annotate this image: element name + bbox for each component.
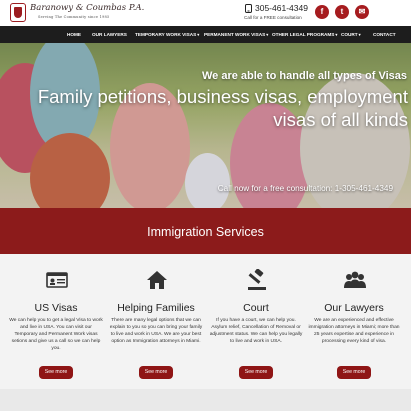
- services-band: Immigration Services: [0, 208, 411, 254]
- logo-name: Baranowy & Coumbas P.A.: [30, 3, 145, 13]
- logo-badge-icon: [10, 3, 26, 22]
- phone-icon: [245, 4, 252, 13]
- hero-headline: Family petitions, business visas, employ…: [37, 86, 408, 130]
- nav-item-court[interactable]: COURT▾: [341, 26, 361, 43]
- chevron-down-icon: ▾: [335, 32, 338, 37]
- nav-item-our-lawyers[interactable]: OUR LAWYERS: [92, 26, 127, 43]
- gavel-icon: [248, 269, 266, 290]
- header-consult-text: Call for a FREE consultation: [244, 15, 302, 20]
- hero-call-text[interactable]: Call now for a free consultation: 1-305-…: [218, 184, 393, 193]
- main-nav: HOME OUR LAWYERS TEMPORARY WORK VISAS▾ P…: [0, 26, 411, 43]
- nav-item-permanent-work-visas[interactable]: PERMANENT WORK VISAS▾: [204, 26, 268, 43]
- see-more-button[interactable]: See more: [39, 366, 73, 379]
- service-card-our-lawyers: Our Lawyers We are an experienced and ef…: [306, 254, 402, 389]
- site-header: Baranowy & Coumbas P.A. Serving The Comm…: [0, 0, 411, 26]
- hero-tagline: We are able to handle all types of Visas: [201, 70, 407, 82]
- see-more-button[interactable]: See more: [337, 366, 371, 379]
- email-icon[interactable]: ✉: [355, 5, 369, 19]
- see-more-button[interactable]: See more: [239, 366, 273, 379]
- section-title: Immigration Services: [147, 225, 264, 239]
- service-title: US Visas: [34, 302, 78, 314]
- see-more-button[interactable]: See more: [139, 366, 173, 379]
- nav-item-contact[interactable]: CONTACT: [373, 26, 396, 43]
- logo[interactable]: Baranowy & Coumbas P.A. Serving The Comm…: [10, 2, 144, 23]
- service-card-helping-families: Helping Families There are many legal op…: [108, 254, 204, 389]
- nav-item-temporary-work-visas[interactable]: TEMPORARY WORK VISAS▾: [135, 26, 199, 43]
- logo-tagline: Serving The Community since 1985: [38, 15, 110, 19]
- nav-item-home[interactable]: HOME: [67, 26, 81, 43]
- service-title: Our Lawyers: [324, 302, 384, 314]
- chevron-down-icon: ▾: [266, 32, 269, 37]
- service-description: We can help you to get a legal Visa to w…: [9, 318, 103, 351]
- chevron-down-icon: ▾: [197, 32, 200, 37]
- service-description: If you have a court, we can help you. As…: [209, 318, 303, 344]
- service-description: There are many legal options that we can…: [109, 318, 203, 344]
- service-description: We are an experienced and effective immi…: [308, 318, 400, 344]
- twitter-icon[interactable]: t: [335, 5, 349, 19]
- service-card-court: Court If you have a court, we can help y…: [208, 254, 304, 389]
- visa-card-icon: [46, 272, 68, 288]
- chevron-down-icon: ▾: [358, 32, 361, 37]
- facebook-icon[interactable]: f: [315, 5, 329, 19]
- house-icon: [147, 271, 167, 289]
- hero-banner: We are able to handle all types of Visas…: [0, 43, 411, 208]
- services-section: US Visas We can help you to get a legal …: [0, 254, 411, 389]
- service-card-us-visas: US Visas We can help you to get a legal …: [8, 254, 104, 389]
- header-phone[interactable]: 305-461-4349: [255, 3, 308, 13]
- nav-item-other-legal-programs[interactable]: OTHER LEGAL PROGRAMS▾: [272, 26, 337, 43]
- service-title: Helping Families: [117, 302, 195, 314]
- footer-strip: [0, 389, 411, 411]
- service-title: Court: [243, 302, 269, 314]
- people-icon: [344, 271, 366, 288]
